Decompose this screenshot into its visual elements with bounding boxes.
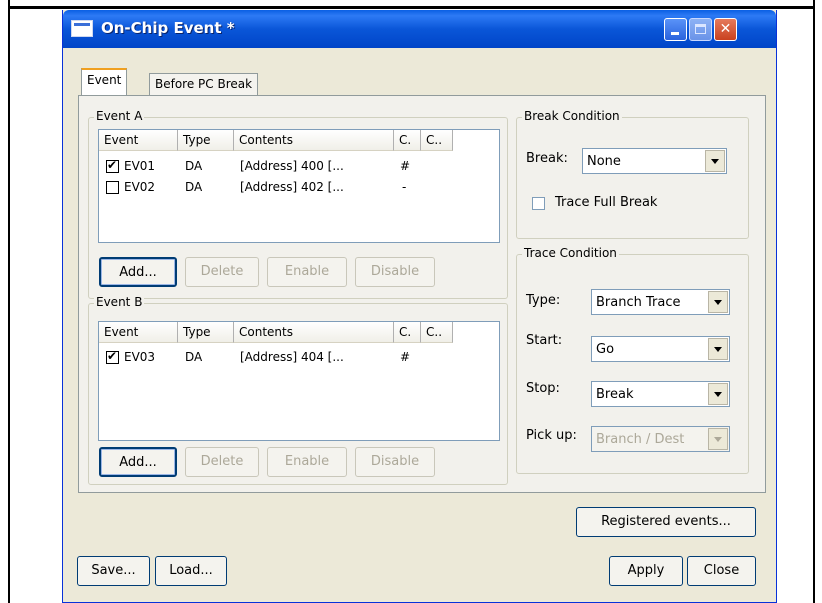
- dropdown-arrow-icon[interactable]: [708, 291, 728, 313]
- event-b-group: Event B Event Type Contents C. C.. EV03 …: [88, 295, 508, 485]
- trace-stop-value: Break: [596, 387, 634, 402]
- checkbox-icon[interactable]: [106, 158, 119, 173]
- dropdown-arrow-icon[interactable]: [708, 428, 728, 450]
- table-row[interactable]: EV02 DA [Address] 402 [... -: [99, 178, 499, 197]
- table-row[interactable]: EV01 DA [Address] 400 [... #: [99, 157, 499, 176]
- trace-start-select[interactable]: Go: [591, 336, 730, 362]
- event-contents: [Address] 400 [...: [240, 159, 344, 173]
- event-type: DA: [185, 180, 203, 194]
- registered-events-button[interactable]: Registered events...: [576, 507, 756, 537]
- on-chip-event-dialog: On-Chip Event * ✕ Event Before PC Break …: [62, 10, 777, 603]
- trace-full-break-label: Trace Full Break: [555, 195, 658, 210]
- event-id: EV03: [124, 350, 156, 364]
- trace-start-value: Go: [596, 342, 615, 357]
- event-a-legend: Event A: [94, 109, 145, 123]
- title-bar[interactable]: On-Chip Event * ✕: [63, 10, 776, 48]
- maximize-button[interactable]: [689, 18, 712, 41]
- trace-condition-legend: Trace Condition: [522, 246, 619, 260]
- column-type[interactable]: Type: [178, 322, 234, 343]
- pickup-label: Pick up:: [526, 428, 577, 443]
- event-b-list-header: Event Type Contents C. C..: [99, 322, 499, 344]
- event-contents: [Address] 404 [...: [240, 350, 344, 364]
- column-c1[interactable]: C.: [394, 322, 421, 343]
- event-a-list[interactable]: Event Type Contents C. C.. EV01 DA [Addr…: [98, 129, 500, 243]
- trace-full-break-checkbox[interactable]: [532, 197, 545, 210]
- outer-frame-left: [8, 0, 10, 603]
- event-type: DA: [185, 159, 203, 173]
- checkbox-icon[interactable]: [106, 349, 119, 364]
- event-b-enable-button[interactable]: Enable: [267, 447, 347, 477]
- close-icon: ✕: [719, 21, 732, 37]
- load-button[interactable]: Load...: [155, 556, 227, 586]
- event-id: EV02: [124, 180, 156, 194]
- event-type: DA: [185, 350, 203, 364]
- event-c1: #: [400, 159, 411, 173]
- event-b-disable-button[interactable]: Disable: [355, 447, 435, 477]
- event-a-disable-button[interactable]: Disable: [355, 257, 435, 287]
- window-icon: [71, 20, 93, 37]
- column-c2[interactable]: C..: [421, 322, 453, 343]
- tab-event[interactable]: Event: [81, 68, 128, 95]
- break-select-value: None: [587, 154, 621, 169]
- event-b-legend: Event B: [94, 295, 145, 309]
- column-type[interactable]: Type: [178, 130, 234, 151]
- trace-pickup-select[interactable]: Branch / Dest: [591, 426, 730, 452]
- type-label: Type:: [526, 293, 561, 308]
- break-condition-legend: Break Condition: [522, 109, 622, 123]
- column-c2[interactable]: C..: [421, 130, 453, 151]
- outer-frame-top: [8, 6, 815, 9]
- trace-condition-group: Trace Condition Type: Branch Trace Start…: [516, 246, 749, 474]
- tab-panel-event: Event A Event Type Contents C. C.. EV01 …: [78, 95, 766, 493]
- event-b-add-button[interactable]: Add...: [99, 447, 177, 477]
- event-id: EV01: [124, 159, 156, 173]
- event-contents: [Address] 402 [...: [240, 180, 344, 194]
- close-window-button[interactable]: ✕: [714, 18, 737, 41]
- trace-type-select[interactable]: Branch Trace: [591, 289, 730, 315]
- break-label: Break:: [526, 151, 568, 166]
- outer-frame-right: [813, 0, 815, 603]
- event-a-group: Event A Event Type Contents C. C.. EV01 …: [88, 109, 508, 299]
- event-a-delete-button[interactable]: Delete: [185, 257, 259, 287]
- break-select[interactable]: None: [582, 148, 727, 174]
- event-a-enable-button[interactable]: Enable: [267, 257, 347, 287]
- minimize-button[interactable]: [664, 18, 687, 41]
- column-event[interactable]: Event: [99, 322, 178, 343]
- maximize-icon: [695, 24, 706, 34]
- event-c1: -: [402, 180, 407, 194]
- dropdown-arrow-icon[interactable]: [708, 338, 728, 360]
- event-a-add-button[interactable]: Add...: [99, 257, 177, 287]
- event-b-delete-button[interactable]: Delete: [185, 447, 259, 477]
- checkbox-icon[interactable]: [106, 181, 119, 194]
- apply-button[interactable]: Apply: [609, 556, 683, 586]
- save-button[interactable]: Save...: [77, 556, 150, 586]
- table-row[interactable]: EV03 DA [Address] 404 [... #: [99, 348, 499, 367]
- dropdown-arrow-icon[interactable]: [705, 150, 725, 172]
- start-label: Start:: [526, 333, 563, 348]
- column-event[interactable]: Event: [99, 130, 178, 151]
- column-c1[interactable]: C.: [394, 130, 421, 151]
- close-button[interactable]: Close: [687, 556, 756, 586]
- trace-stop-select[interactable]: Break: [591, 381, 730, 407]
- minimize-icon: [671, 32, 679, 35]
- column-contents[interactable]: Contents: [234, 322, 394, 343]
- break-condition-group: Break Condition Break: None Trace Full B…: [516, 109, 749, 239]
- event-c1: #: [400, 350, 411, 364]
- event-b-list[interactable]: Event Type Contents C. C.. EV03 DA [Addr…: [98, 321, 500, 441]
- event-a-list-header: Event Type Contents C. C..: [99, 130, 499, 152]
- column-contents[interactable]: Contents: [234, 130, 394, 151]
- stop-label: Stop:: [526, 381, 560, 396]
- window-title: On-Chip Event *: [101, 19, 235, 37]
- trace-type-value: Branch Trace: [596, 295, 681, 310]
- dropdown-arrow-icon[interactable]: [708, 383, 728, 405]
- trace-pickup-value: Branch / Dest: [596, 432, 685, 447]
- tab-before-pc-break[interactable]: Before PC Break: [149, 73, 259, 95]
